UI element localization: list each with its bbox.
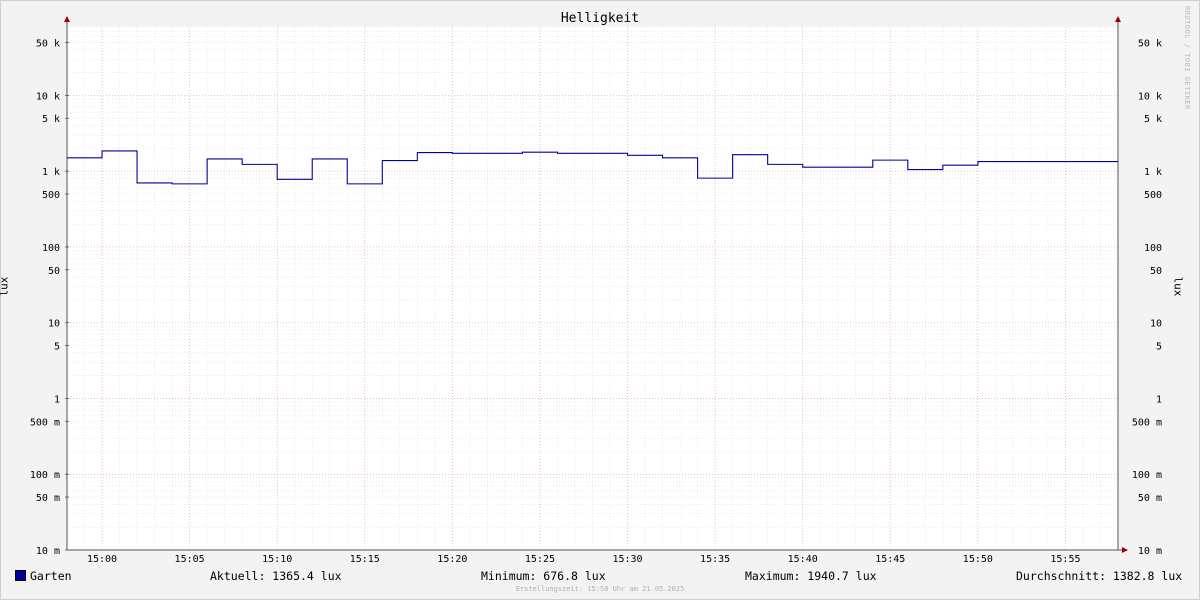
creation-time-footer: Erstellungszeit: 15:58 Uhr am 21.05.2025: [515, 585, 685, 593]
x-tick-label: 15:30: [612, 554, 642, 565]
grid-lines: [66, 27, 1119, 551]
y-tick-label-left: 10 m: [36, 546, 60, 557]
y-tick-label-left: 50 k: [36, 38, 60, 49]
x-tick-label: 15:20: [437, 554, 467, 565]
x-tick-label: 15:50: [963, 554, 993, 565]
y-tick-label-right: 10 k: [1138, 91, 1162, 102]
y-tick-label-right: 500 m: [1132, 417, 1162, 428]
y-tick-label-right: 5 k: [1144, 114, 1162, 125]
stat-maximum: Maximum: 1940.7 lux: [745, 569, 877, 583]
chart-plot: 50 k 50 k 10 k 10 k 5 k 5 k 1 k 1 k 500 500 100 100…: [30, 16, 1162, 565]
y-tick-label-left: 100 m: [30, 470, 60, 481]
legend-series-name: Garten: [30, 569, 72, 583]
y-tick-label-left: 1 k: [42, 167, 60, 178]
stat-average: Durchschnitt: 1382.8 lux: [1016, 569, 1183, 583]
y-tick-label-right: 10 m: [1138, 546, 1162, 557]
y-tick-label-right: 5: [1156, 342, 1162, 353]
x-tick-label: 15:55: [1050, 554, 1080, 565]
x-tick-label: 15:00: [87, 554, 117, 565]
x-tick-label: 15:45: [875, 554, 905, 565]
x-tick-label: 15:15: [350, 554, 380, 565]
y-tick-label-left: 5: [54, 342, 60, 353]
y-tick-label-right: 1 k: [1144, 167, 1162, 178]
y-tick-label-left: 10: [48, 319, 60, 330]
x-axis-arrow: [1122, 547, 1128, 553]
y-tick-label-left: 100: [42, 243, 60, 254]
x-tick-label: 15:40: [788, 554, 818, 565]
y-axis-right-arrow: [1115, 16, 1121, 22]
y-tick-label-right: 1: [1156, 394, 1162, 405]
y-tick-label-left: 50: [48, 266, 60, 277]
x-tick-label: 15:05: [175, 554, 205, 565]
y-tick-label-right: 100: [1144, 243, 1162, 254]
y-tick-label-left: 5 k: [42, 114, 60, 125]
y-tick-label-left: 10 k: [36, 91, 60, 102]
x-tick-label: 15:25: [525, 554, 555, 565]
y-tick-label-right: 50 m: [1138, 493, 1162, 504]
y-tick-label-right: 50: [1150, 266, 1162, 277]
y-tick-label-left: 50 m: [36, 493, 60, 504]
y-tick-label-right: 10: [1150, 319, 1162, 330]
legend-swatch-garten: [15, 570, 26, 581]
y-tick-label-right: 100 m: [1132, 470, 1162, 481]
x-tick-label: 15:35: [700, 554, 730, 565]
y-tick-label-left: 1: [54, 394, 60, 405]
x-tick-label: 15:10: [262, 554, 292, 565]
y-axis-left-arrow: [64, 16, 70, 22]
y-tick-label-right: 500: [1144, 190, 1162, 201]
y-tick-label-right: 50 k: [1138, 38, 1162, 49]
stat-minimum: Minimum: 676.8 lux: [481, 569, 606, 583]
stat-current: Aktuell: 1365.4 lux: [210, 569, 342, 583]
y-tick-label-left: 500 m: [30, 417, 60, 428]
y-tick-label-left: 500: [42, 190, 60, 201]
